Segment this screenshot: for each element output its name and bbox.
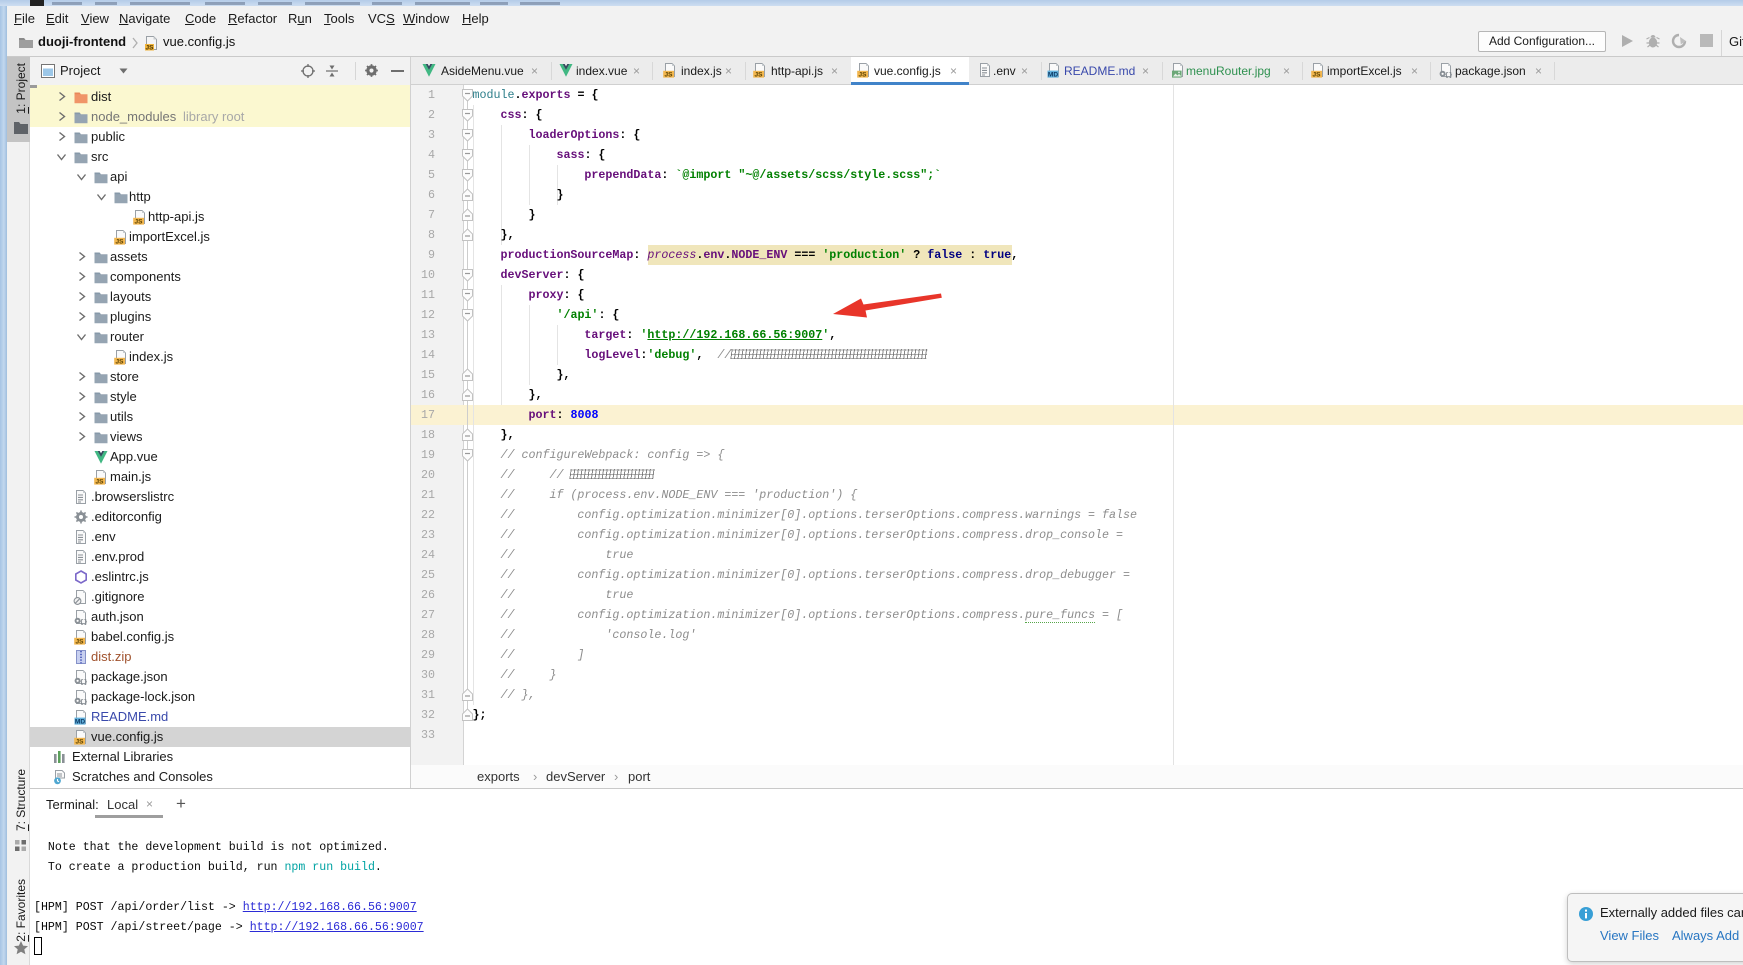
svg-text:JS: JS [146, 44, 155, 51]
